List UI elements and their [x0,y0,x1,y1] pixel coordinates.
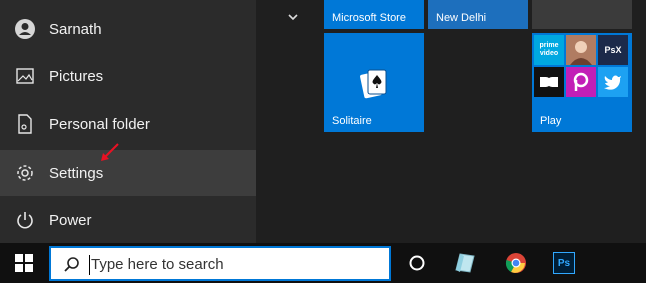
photoshop-express-icon: PsX [598,35,628,65]
photoshop-icon[interactable]: Ps [548,247,580,279]
rail-item-label: Sarnath [49,20,102,38]
tile-label: Solitaire [332,115,372,127]
tiles-area: Microsoft Store New Delhi Solitaire prim… [256,0,646,243]
windows-logo-icon [15,254,33,272]
notes-icon[interactable] [449,247,481,279]
rail-item-settings[interactable]: Settings [0,143,256,196]
rail-item-label: Settings [49,164,104,182]
user-icon [14,18,36,40]
tile-label: New Delhi [436,12,487,24]
twitter-icon [598,67,628,97]
rail-item-label: Pictures [49,67,104,85]
photo-app-icon [566,35,596,65]
tile-microsoft-store[interactable]: Microsoft Store [324,0,424,29]
chrome-icon[interactable] [500,247,532,279]
photoshop-label: Ps [557,257,571,269]
text-caret [89,255,90,275]
search-icon [64,257,79,272]
cards-icon [360,69,387,99]
tile-label: Microsoft Store [332,12,406,24]
rail-item-pictures[interactable]: Pictures [0,53,256,99]
search-box[interactable]: Type here to search [49,246,391,281]
cortana-icon[interactable] [401,247,433,279]
annotation-arrow-icon [101,143,119,161]
taskbar: Type here to search Ps [0,243,646,283]
gear-icon [14,162,36,184]
start-menu-rail: Sarnath Pictures Personal folder Setting… [0,0,256,243]
rail-item-label: Personal folder [49,115,150,133]
rail-item-user[interactable]: Sarnath [0,6,256,52]
start-button[interactable] [0,243,48,283]
tile-label: Play [540,115,562,127]
picsart-icon [566,67,596,97]
search-placeholder: Type here to search [91,256,224,273]
rail-item-personal-folder[interactable]: Personal folder [0,101,256,147]
prime-video-icon: prime video [534,35,564,65]
chevron-down-icon[interactable] [286,10,300,24]
document-icon [14,113,36,135]
tile-play-folder[interactable]: prime video PsX Play [532,33,632,132]
tile-solitaire[interactable]: Solitaire [324,33,424,132]
dolby-icon [534,67,564,97]
power-icon [14,209,36,231]
psx-label: PsX [604,45,622,55]
rail-item-power[interactable]: Power [0,197,256,243]
tile-empty[interactable] [532,0,632,29]
rail-item-label: Power [49,211,92,229]
prime-video-label: prime video [539,42,559,57]
tile-weather[interactable]: New Delhi [428,0,528,29]
pictures-icon [14,65,36,87]
